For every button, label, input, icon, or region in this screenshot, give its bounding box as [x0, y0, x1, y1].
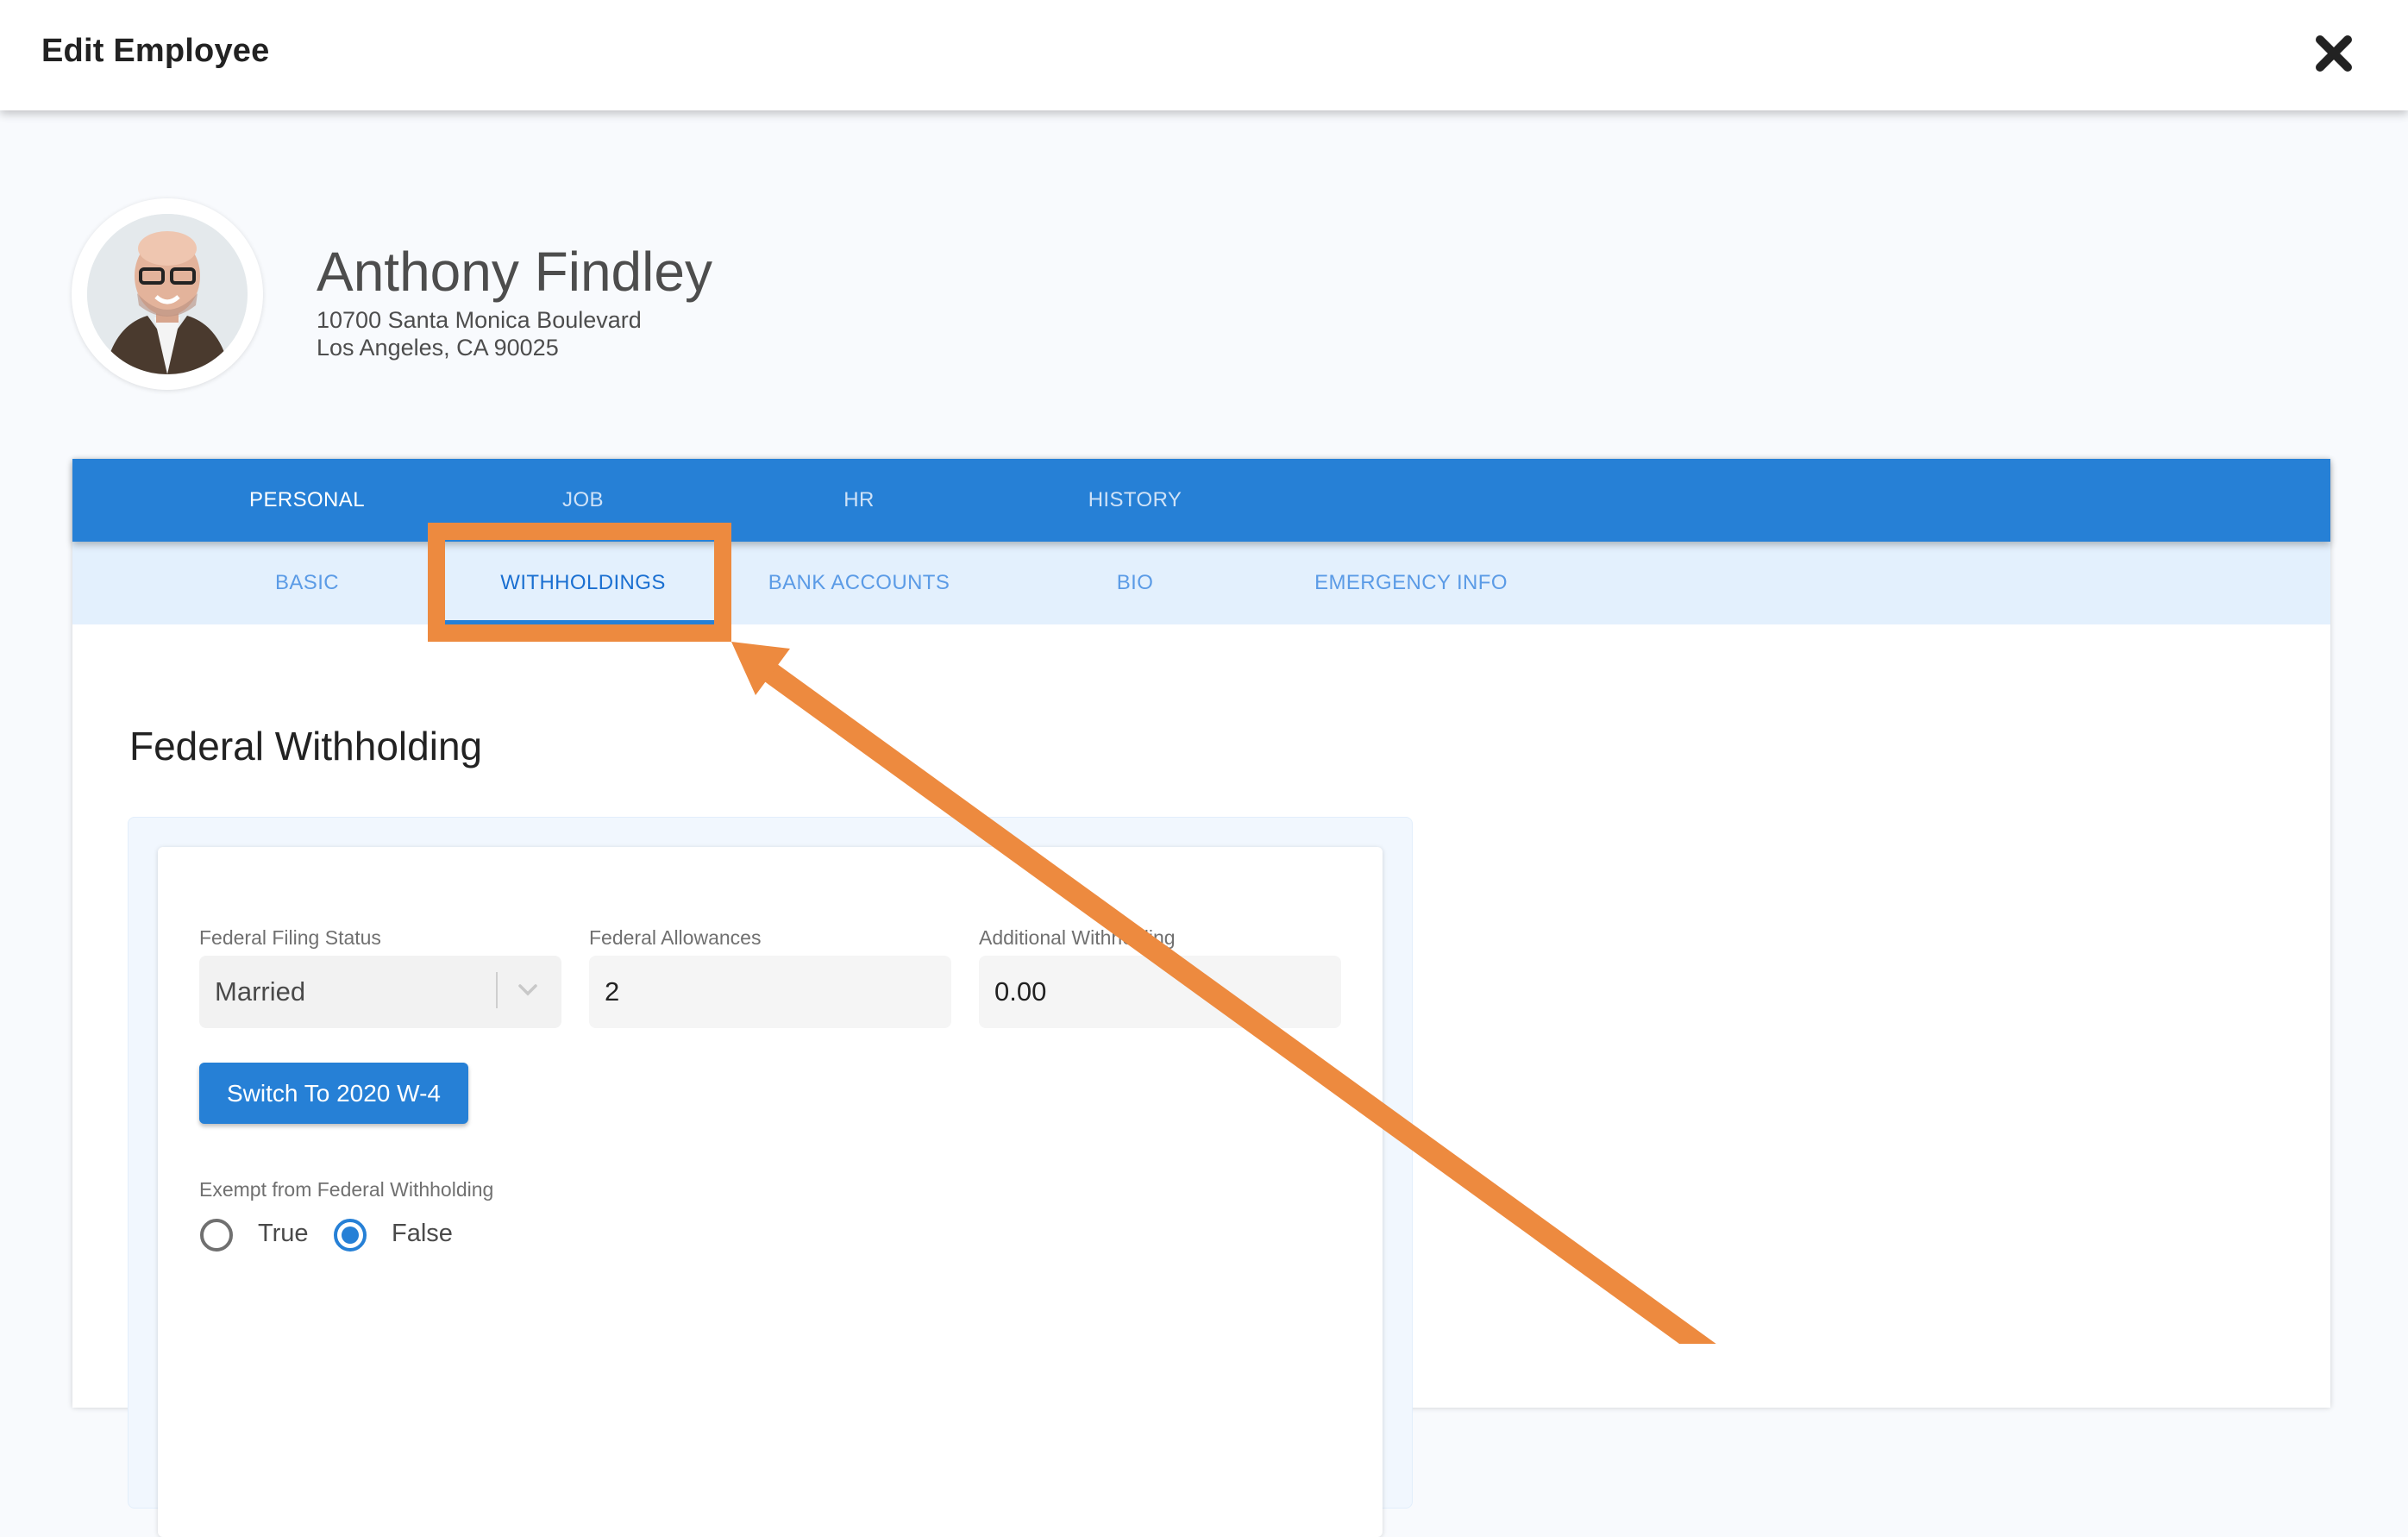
exempt-false-label[interactable]: False [392, 1220, 453, 1248]
filing-status-select[interactable]: Married [199, 956, 561, 1028]
radio-unchecked-icon [200, 1219, 233, 1252]
switch-to-2020-w4-button[interactable]: Switch To 2020 W-4 [199, 1063, 468, 1124]
subtab-bank-accounts[interactable]: BANK ACCOUNTS [721, 542, 997, 624]
subtab-withholdings[interactable]: WITHHOLDINGS [445, 542, 721, 624]
subtab-emergency-info[interactable]: EMERGENCY INFO [1273, 542, 1549, 624]
tab-history[interactable]: HISTORY [997, 459, 1273, 542]
primary-tabs: PERSONAL JOB HR HISTORY [72, 459, 2330, 542]
federal-withholding-form: Federal Filing Status Federal Allowances… [158, 847, 1383, 1537]
allowances-input[interactable]: 2 [589, 956, 951, 1028]
federal-withholding-panel: Federal Filing Status Federal Allowances… [128, 817, 1413, 1537]
select-separator [496, 972, 498, 1008]
dialog-header: Edit Employee [0, 0, 2408, 110]
section-title: Federal Withholding [129, 724, 483, 768]
employee-name: Anthony Findley [317, 241, 712, 303]
radio-checked-icon [334, 1219, 367, 1252]
address-line-1: 10700 Santa Monica Boulevard [317, 307, 642, 333]
avatar-photo [87, 214, 248, 374]
exempt-true-label[interactable]: True [258, 1220, 309, 1248]
dialog-title: Edit Employee [41, 33, 270, 69]
filing-status-label: Federal Filing Status [199, 926, 381, 949]
secondary-tabs: BASIC WITHHOLDINGS BANK ACCOUNTS BIO EME… [72, 542, 2330, 624]
close-icon [2316, 35, 2352, 72]
allowances-label: Federal Allowances [589, 926, 762, 949]
employee-card: PERSONAL JOB HR HISTORY BASIC WITHHOLDIN… [72, 459, 2330, 1537]
tab-job[interactable]: JOB [445, 459, 721, 542]
exempt-false-radio[interactable] [333, 1218, 367, 1252]
additional-withholding-label: Additional Withholding [979, 926, 1176, 949]
subtab-bio[interactable]: BIO [997, 542, 1273, 624]
tab-personal[interactable]: PERSONAL [169, 459, 445, 542]
additional-withholding-input[interactable]: 0.00 [979, 956, 1341, 1028]
close-button[interactable] [2313, 33, 2355, 74]
additional-withholding-value: 0.00 [994, 976, 1047, 1007]
subtab-basic[interactable]: BASIC [169, 542, 445, 624]
chevron-down-icon [518, 984, 537, 996]
exempt-true-radio[interactable] [199, 1218, 234, 1252]
filing-status-value: Married [215, 976, 306, 1007]
avatar [72, 198, 263, 390]
tab-hr[interactable]: HR [721, 459, 997, 542]
address-line-2: Los Angeles, CA 90025 [317, 335, 559, 361]
allowances-value: 2 [605, 976, 620, 1007]
person-photo-icon [87, 214, 248, 374]
exempt-label: Exempt from Federal Withholding [199, 1178, 494, 1201]
